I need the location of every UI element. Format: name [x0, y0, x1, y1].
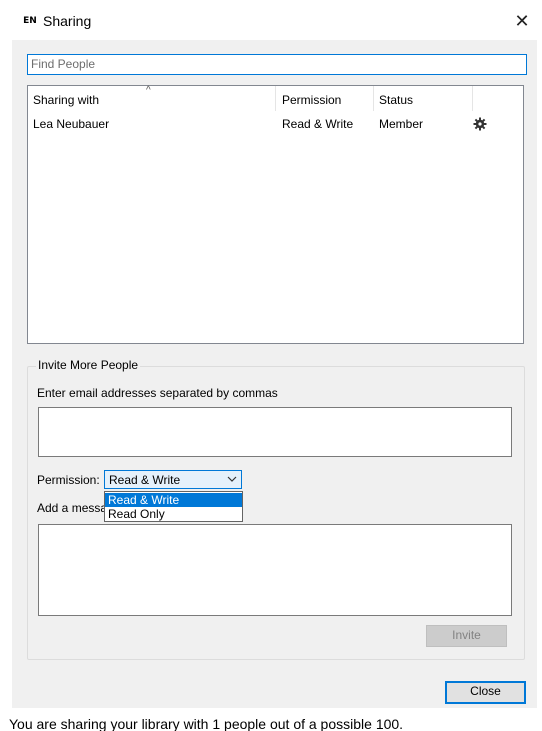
- column-divider[interactable]: [373, 86, 374, 111]
- window-title: Sharing: [43, 13, 92, 29]
- column-divider[interactable]: [275, 86, 276, 111]
- member-name: Lea Neubauer: [33, 117, 110, 131]
- close-button[interactable]: Close: [445, 681, 526, 704]
- permission-label: Permission:: [37, 473, 100, 487]
- permission-select[interactable]: Read & Write: [104, 470, 242, 489]
- column-header-sharing-with[interactable]: Sharing with: [33, 86, 99, 111]
- column-divider[interactable]: [472, 86, 473, 111]
- table-row[interactable]: Lea Neubauer Read & Write Member: [28, 115, 523, 133]
- column-header-status[interactable]: Status: [379, 86, 413, 111]
- sharing-list[interactable]: Sharing with ^ Permission Status Lea Neu…: [27, 85, 524, 344]
- column-header-permission[interactable]: Permission: [282, 86, 341, 111]
- gear-icon[interactable]: [471, 116, 489, 134]
- email-label: Enter email addresses separated by comma…: [37, 386, 278, 400]
- find-people-input[interactable]: [27, 54, 527, 75]
- permission-select-value: Read & Write: [109, 473, 181, 487]
- message-field[interactable]: [38, 524, 512, 616]
- title-bar: EN Sharing ✕: [0, 0, 542, 40]
- close-window-icon[interactable]: ✕: [511, 10, 533, 32]
- invite-group-title: Invite More People: [36, 357, 141, 373]
- permission-option-read-write[interactable]: Read & Write: [105, 493, 242, 507]
- sort-ascending-icon: ^: [146, 85, 151, 96]
- member-status: Member: [379, 117, 424, 131]
- permission-dropdown-list[interactable]: Read & Write Read Only: [104, 491, 243, 522]
- permission-option-read-only[interactable]: Read Only: [105, 507, 242, 521]
- email-addresses-field[interactable]: [38, 407, 512, 457]
- status-bar-text: You are sharing your library with 1 peop…: [0, 713, 542, 731]
- app-icon: EN: [23, 16, 37, 26]
- invite-button[interactable]: Invite: [426, 625, 507, 647]
- member-permission: Read & Write: [282, 117, 354, 131]
